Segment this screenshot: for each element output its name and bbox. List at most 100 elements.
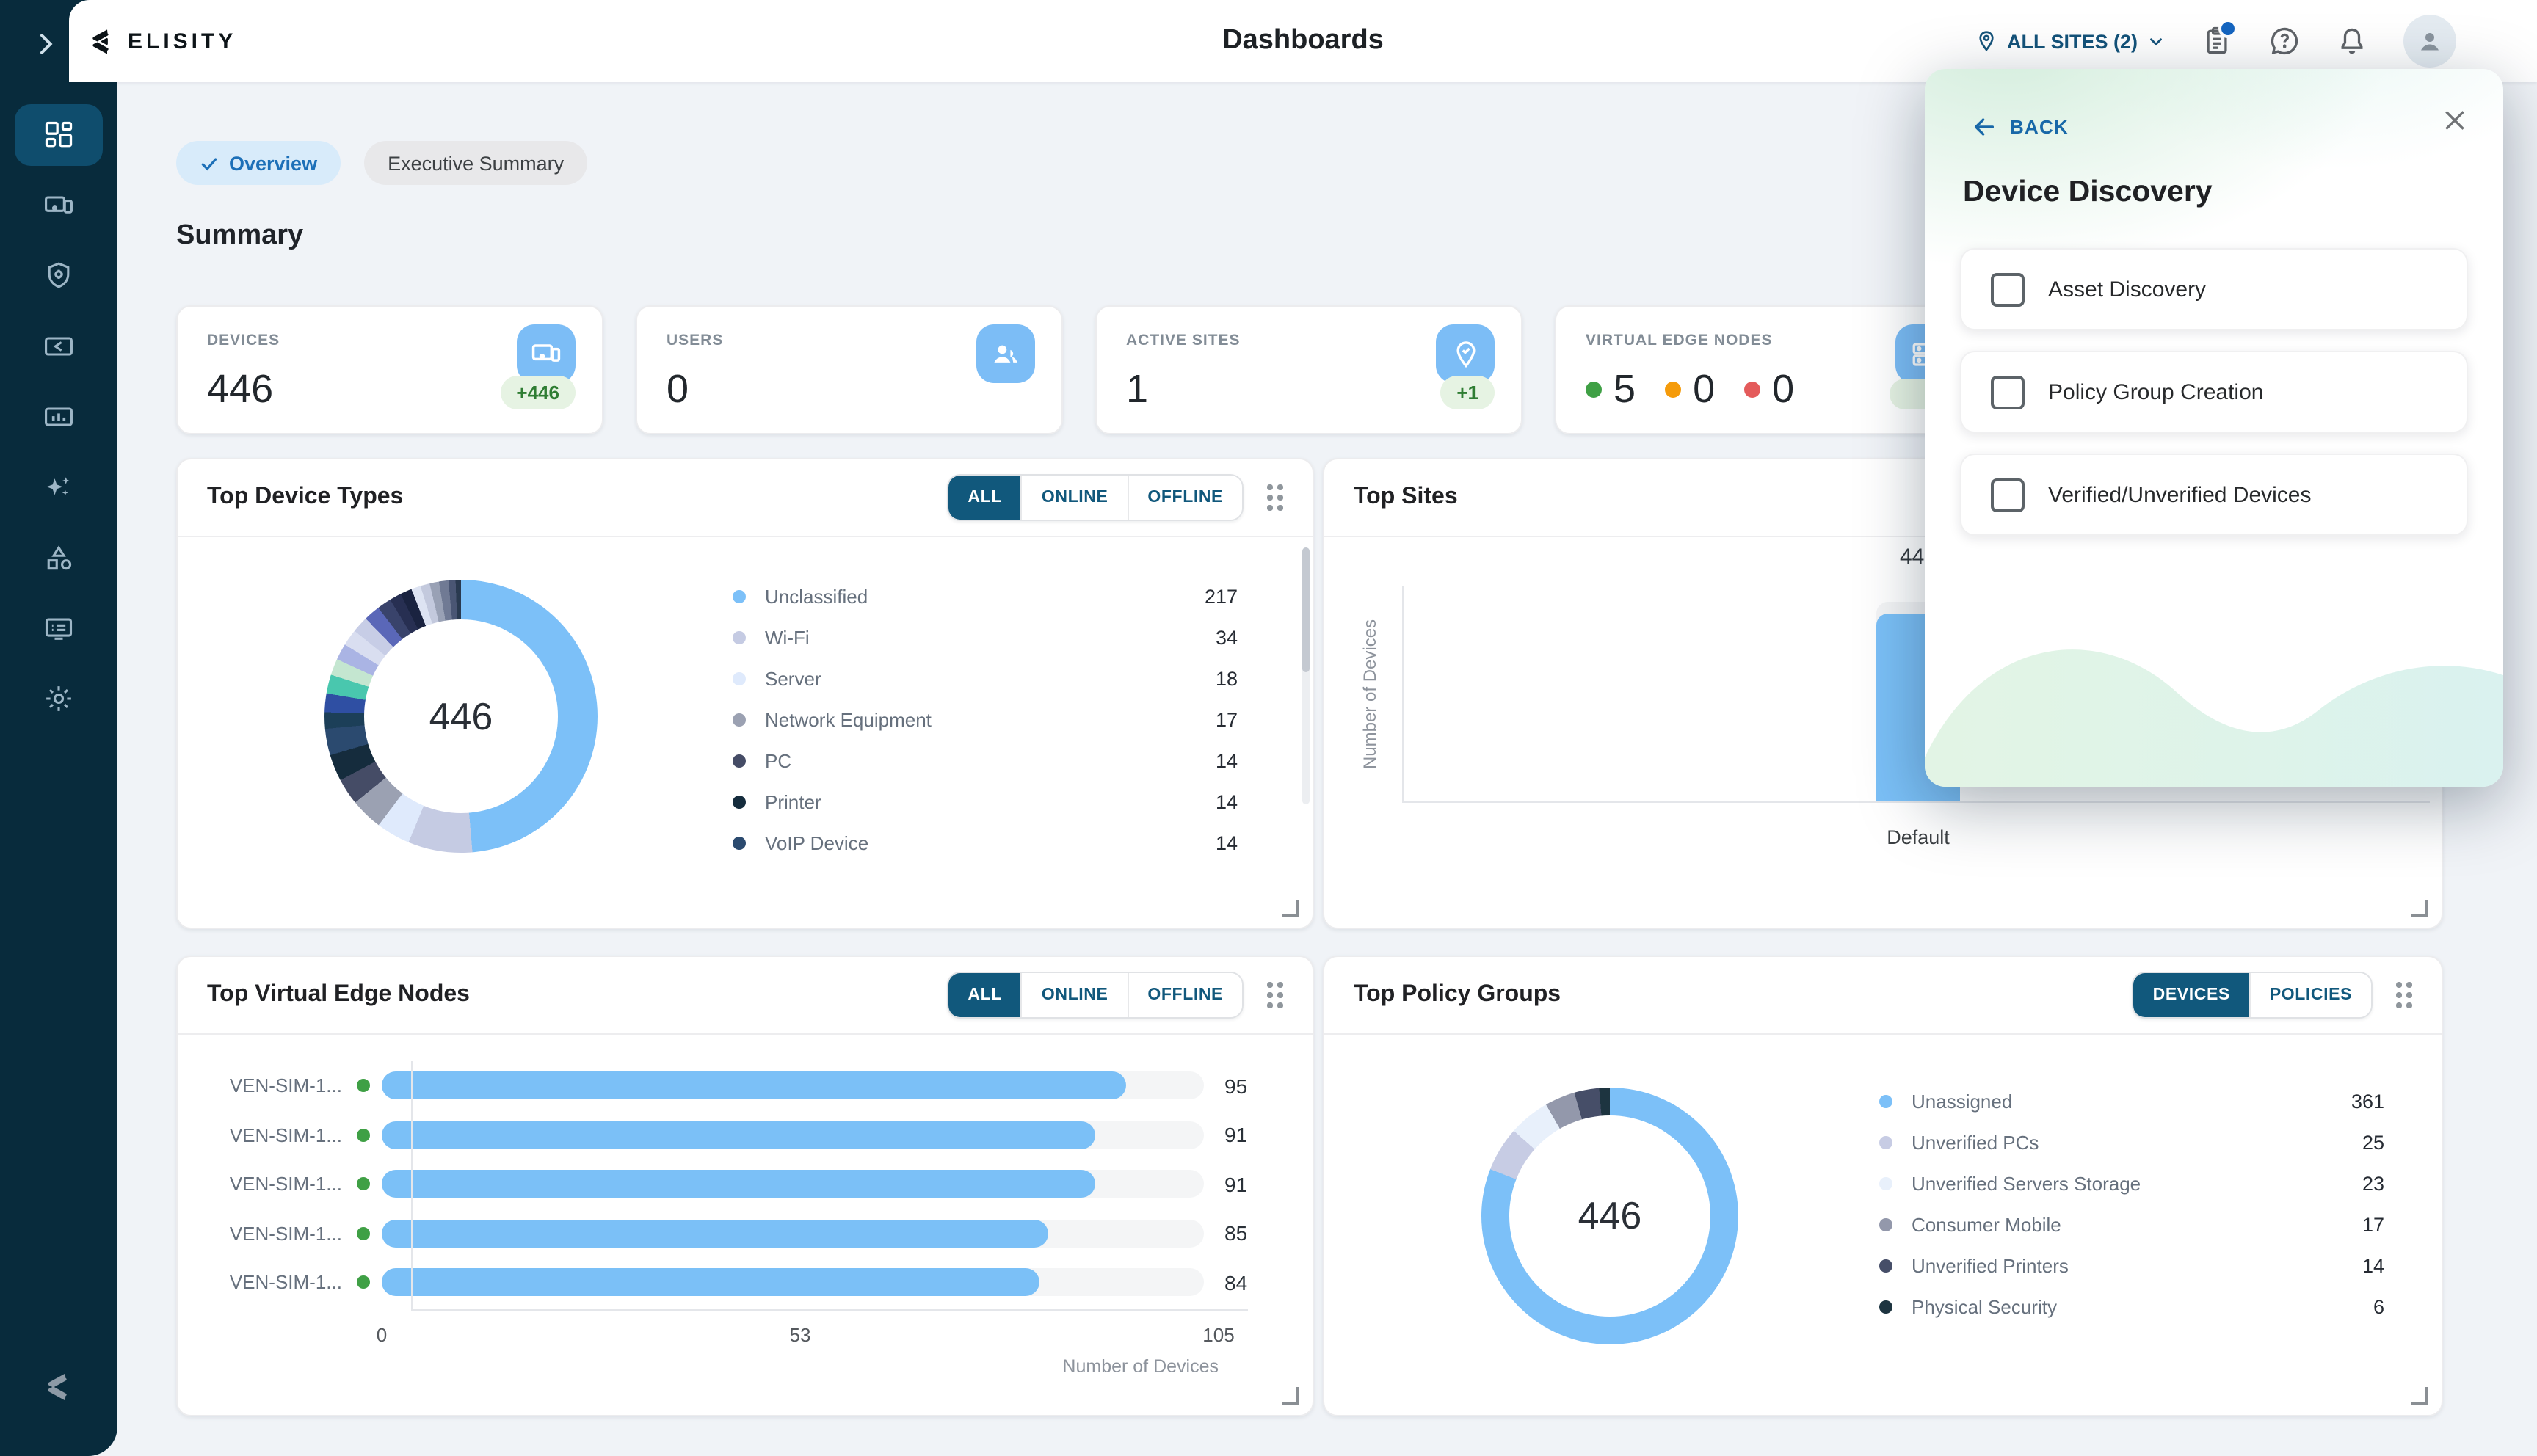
legend-label: PC: [765, 749, 791, 771]
option-card-asset-discovery[interactable]: Asset Discovery: [1960, 248, 2468, 330]
policy-groups-total: 446: [1578, 1193, 1642, 1239]
card-label: USERS: [667, 332, 723, 349]
legend-item: Physical Security 6: [1879, 1286, 2384, 1327]
ven-bar[interactable]: [382, 1269, 1039, 1297]
drag-handle-icon[interactable]: [1267, 484, 1283, 511]
location-pin-icon: [1975, 29, 1998, 53]
ven-critical-count: 0: [1772, 367, 1794, 412]
card-title: Top Virtual Edge Nodes: [207, 982, 947, 1008]
legend-value: 14: [2362, 1254, 2384, 1276]
devices-count: 446: [207, 367, 273, 412]
sidebar-item-dashboards[interactable]: [0, 100, 117, 170]
checkbox[interactable]: [1991, 375, 2025, 409]
sidebar-item-devices[interactable]: [0, 170, 117, 241]
legend-item: Printer 14: [733, 781, 1238, 822]
ven-filter: ALL ONLINE OFFLINE: [947, 972, 1244, 1019]
ven-name: VEN-SIM-1...: [207, 1272, 342, 1294]
console-icon: [43, 612, 75, 644]
ven-bar-row: VEN-SIM-1... 85: [207, 1209, 1286, 1258]
legend-dot: [1879, 1300, 1892, 1313]
sidebar-item-topology[interactable]: [0, 523, 117, 593]
panel-title: Device Discovery: [1963, 175, 2213, 210]
legend-item: Wi-Fi 34: [733, 616, 1238, 658]
legend-value: 23: [2362, 1172, 2384, 1194]
close-button[interactable]: [2439, 106, 2471, 138]
ven-bar-row: VEN-SIM-1... 91: [207, 1110, 1286, 1160]
ven-bar[interactable]: [382, 1121, 1095, 1149]
x-axis-label: Number of Devices: [382, 1356, 1219, 1377]
online-dot: [1586, 382, 1602, 398]
ven-bar[interactable]: [382, 1072, 1126, 1100]
filter-online-button[interactable]: ONLINE: [1023, 973, 1129, 1017]
online-dot: [357, 1129, 370, 1142]
ven-bar-row: VEN-SIM-1... 91: [207, 1160, 1286, 1209]
tasks-button[interactable]: [2201, 25, 2233, 57]
sidebar: [0, 0, 117, 1456]
filter-all-button[interactable]: ALL: [948, 476, 1023, 520]
check-icon: [200, 153, 219, 172]
resize-handle-icon[interactable]: [2411, 1387, 2428, 1405]
sidebar-item-logs[interactable]: [0, 593, 117, 663]
sidebar-item-analytics[interactable]: [0, 382, 117, 452]
option-card-policy-group-creation[interactable]: Policy Group Creation: [1960, 351, 2468, 433]
ven-bar-chart: VEN-SIM-1... 95VEN-SIM-1... 91VEN-SIM-1.…: [207, 1061, 1286, 1307]
filter-devices-button[interactable]: DEVICES: [2134, 973, 2251, 1017]
decorative-wave: [1925, 593, 2503, 787]
tab-overview[interactable]: Overview: [176, 141, 341, 185]
card-title: Top Device Types: [207, 484, 947, 511]
filter-online-button[interactable]: ONLINE: [1023, 476, 1129, 520]
ven-name: VEN-SIM-1...: [207, 1075, 342, 1097]
user-avatar[interactable]: [2403, 15, 2456, 68]
ven-value: 91: [1224, 1124, 1247, 1147]
drag-handle-icon[interactable]: [2396, 982, 2412, 1008]
option-card-verified-unverified-devices[interactable]: Verified/Unverified Devices: [1960, 454, 2468, 536]
site-selector-label: ALL SITES (2): [2007, 30, 2138, 52]
legend-dot: [1879, 1135, 1892, 1149]
checkbox[interactable]: [1991, 272, 2025, 306]
bar-track: [382, 1220, 1204, 1248]
sidebar-item-settings[interactable]: [0, 663, 117, 734]
sidebar-item-access[interactable]: [0, 311, 117, 382]
card-title: Top Policy Groups: [1354, 982, 2133, 1008]
sidebar-expand-button[interactable]: [29, 29, 62, 62]
legend-value: 217: [1205, 585, 1238, 607]
sidebar-item-ai[interactable]: [0, 452, 117, 523]
legend-label: VoIP Device: [765, 831, 868, 853]
device-types-total: 446: [429, 694, 493, 739]
ven-online-count: 5: [1614, 367, 1636, 412]
ven-bar[interactable]: [382, 1171, 1095, 1198]
legend-item: Unverified PCs 25: [1879, 1121, 2384, 1162]
card-label: ACTIVE SITES: [1126, 332, 1241, 349]
site-selector[interactable]: ALL SITES (2): [1975, 29, 2166, 53]
ven-status-counts: 5 0 0: [1586, 367, 1794, 412]
ven-value: 95: [1224, 1074, 1247, 1098]
resize-handle-icon[interactable]: [1282, 900, 1299, 917]
back-button[interactable]: BACK: [1963, 113, 2077, 141]
filter-all-button[interactable]: ALL: [948, 973, 1023, 1017]
sidebar-item-policies[interactable]: [0, 241, 117, 311]
resize-handle-icon[interactable]: [1282, 1387, 1299, 1405]
active-sites-delta-badge: +1: [1440, 376, 1495, 410]
card-header: Top Device Types ALL ONLINE OFFLINE: [178, 459, 1313, 537]
filter-offline-button[interactable]: OFFLINE: [1128, 973, 1242, 1017]
help-button[interactable]: [2268, 25, 2301, 57]
notifications-button[interactable]: [2336, 25, 2368, 57]
filter-offline-button[interactable]: OFFLINE: [1128, 476, 1242, 520]
legend-item: Consumer Mobile 17: [1879, 1204, 2384, 1245]
tab-executive-summary[interactable]: Executive Summary: [364, 141, 587, 185]
legend-label: Unverified PCs: [1912, 1131, 2039, 1153]
ven-bar[interactable]: [382, 1220, 1048, 1248]
filter-policies-button[interactable]: POLICIES: [2251, 973, 2371, 1017]
legend-label: Physical Security: [1912, 1295, 2057, 1317]
x-tick: 53: [790, 1324, 811, 1346]
legend-dot: [733, 795, 746, 808]
drag-handle-icon[interactable]: [1267, 982, 1283, 1008]
resize-handle-icon[interactable]: [2411, 900, 2428, 917]
legend-item: VoIP Device 14: [733, 822, 1238, 863]
online-dot: [357, 1276, 370, 1289]
ven-value: 91: [1224, 1173, 1247, 1196]
legend-dot: [1879, 1217, 1892, 1231]
card-label: VIRTUAL EDGE NODES: [1586, 332, 1773, 349]
scrollbar-thumb[interactable]: [1302, 547, 1310, 672]
checkbox[interactable]: [1991, 478, 2025, 512]
